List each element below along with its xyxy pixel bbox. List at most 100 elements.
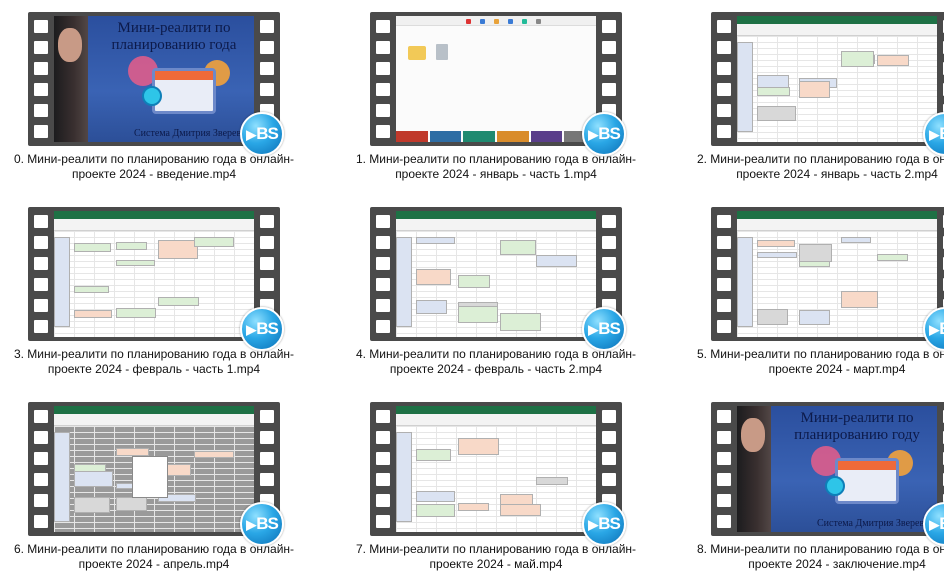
presenter-face — [58, 28, 82, 62]
perforation-hole — [376, 20, 390, 33]
cell-block — [116, 497, 147, 511]
cell-block — [841, 291, 878, 308]
perforation-hole — [602, 452, 616, 465]
perforation-hole — [717, 62, 731, 75]
cell-block — [74, 310, 112, 318]
ribbon-toolbar — [54, 219, 254, 231]
badge-label: BS — [939, 514, 944, 533]
film-perforation-left — [376, 20, 390, 138]
play-arrow-icon: ▶ — [588, 322, 598, 337]
video-thumbnail[interactable]: Мини-реалити по планированию году Система… — [697, 402, 944, 580]
perforation-hole — [376, 104, 390, 117]
cell-block — [536, 477, 568, 485]
video-file-name[interactable]: 6. Мини-реалити по планированию года в о… — [4, 542, 304, 572]
slide-preview: Мини-реалити по планированию году Система… — [737, 406, 937, 532]
perforation-hole — [717, 452, 731, 465]
film-perforation-left — [376, 410, 390, 528]
cell-block — [500, 313, 541, 331]
perforation-hole — [717, 473, 731, 486]
perforation-hole — [34, 257, 48, 270]
perforation-hole — [602, 62, 616, 75]
cell-block — [74, 243, 111, 252]
video-file-name[interactable]: 4. Мини-реалити по планированию года в о… — [346, 347, 646, 377]
recycle-bin-icon — [436, 44, 448, 60]
perforation-hole — [376, 257, 390, 270]
film-perforation-left — [717, 410, 731, 528]
video-preview-frame — [54, 406, 254, 532]
video-preview-frame: Мини-реалити по планированию году Система… — [737, 406, 937, 532]
perforation-hole — [34, 41, 48, 54]
perforation-hole — [34, 215, 48, 228]
video-thumbnail[interactable]: ▶BS 4. Мини-реалити по планированию года … — [356, 207, 670, 397]
cell-block — [396, 237, 412, 327]
perforation-hole — [376, 41, 390, 54]
video-file-name[interactable]: 3. Мини-реалити по планированию года в о… — [4, 347, 304, 377]
spreadsheet-preview — [396, 211, 596, 337]
play-arrow-icon: ▶ — [246, 322, 256, 337]
perforation-hole — [717, 431, 731, 444]
toolbar — [396, 16, 596, 26]
perforation-hole — [34, 473, 48, 486]
perforation-hole — [260, 410, 274, 423]
toolbar-icon — [494, 19, 499, 24]
cell-block — [54, 237, 70, 327]
video-thumbnail[interactable]: Мини-реалити по планированию года Система… — [14, 12, 328, 202]
cell-block — [757, 240, 795, 247]
perforation-hole — [260, 20, 274, 33]
cell-block — [194, 237, 234, 247]
strip-image — [463, 131, 496, 142]
calendar-header — [838, 461, 896, 470]
presenter-image — [737, 406, 771, 532]
bs-player-icon: ▶BS — [240, 307, 284, 351]
film-frame — [711, 12, 944, 146]
video-file-name[interactable]: 2. Мини-реалити по планированию года в о… — [687, 152, 944, 182]
cell-block — [74, 286, 109, 293]
video-preview-frame — [396, 211, 596, 337]
toolbar-icon — [536, 19, 541, 24]
image-strip — [396, 131, 596, 142]
perforation-hole — [376, 494, 390, 507]
perforation-hole — [376, 236, 390, 249]
perforation-hole — [376, 320, 390, 333]
video-file-name[interactable]: 0. Мини-реалити по планированию года в о… — [4, 152, 304, 182]
cell-block — [500, 504, 541, 516]
video-file-name[interactable]: 5. Мини-реалити по планированию года в о… — [687, 347, 944, 377]
video-thumbnail[interactable]: ▶BS 7. Мини-реалити по планированию года … — [356, 402, 670, 580]
play-arrow-icon: ▶ — [588, 517, 598, 532]
perforation-hole — [602, 41, 616, 54]
video-file-name[interactable]: 8. Мини-реалити по планированию года в о… — [687, 542, 944, 572]
bs-player-icon: ▶BS — [582, 307, 626, 351]
bs-player-icon: ▶BS — [240, 502, 284, 546]
video-thumbnail[interactable]: ▶BS 3. Мини-реалити по планированию года … — [14, 207, 328, 397]
video-thumbnail[interactable]: ▶BS 1. Мини-реалити по планированию года … — [356, 12, 670, 202]
perforation-hole — [260, 431, 274, 444]
play-arrow-icon: ▶ — [929, 517, 939, 532]
calendar-icon — [835, 458, 899, 504]
cell-block — [500, 240, 536, 255]
perforation-hole — [34, 278, 48, 291]
clock-icon — [825, 476, 845, 496]
slide-footer: Система Дмитрия Зверева — [817, 518, 929, 529]
cell-block — [194, 451, 234, 458]
video-file-name[interactable]: 7. Мини-реалити по планированию года в о… — [346, 542, 646, 572]
perforation-hole — [376, 410, 390, 423]
film-frame — [711, 207, 944, 341]
perforation-hole — [260, 215, 274, 228]
bs-player-icon: ▶BS — [582, 502, 626, 546]
video-file-name[interactable]: 1. Мини-реалити по планированию года в о… — [346, 152, 646, 182]
film-perforation-left — [717, 215, 731, 333]
perforation-hole — [376, 125, 390, 138]
video-thumbnail[interactable]: ▶BS 6. Мини-реалити по планированию года … — [14, 402, 328, 580]
perforation-hole — [602, 278, 616, 291]
spreadsheet-preview — [54, 211, 254, 337]
badge-label: BS — [256, 124, 279, 143]
perforation-hole — [260, 62, 274, 75]
perforation-hole — [34, 452, 48, 465]
cell-block — [757, 87, 790, 96]
perforation-hole — [717, 41, 731, 54]
video-thumbnail[interactable]: ▶BS2. Мини-реалити по планированию года … — [697, 12, 944, 202]
perforation-hole — [34, 431, 48, 444]
video-preview-frame — [54, 211, 254, 337]
badge-label: BS — [598, 319, 621, 338]
video-thumbnail[interactable]: ▶BS5. Мини-реалити по планированию года … — [697, 207, 944, 397]
